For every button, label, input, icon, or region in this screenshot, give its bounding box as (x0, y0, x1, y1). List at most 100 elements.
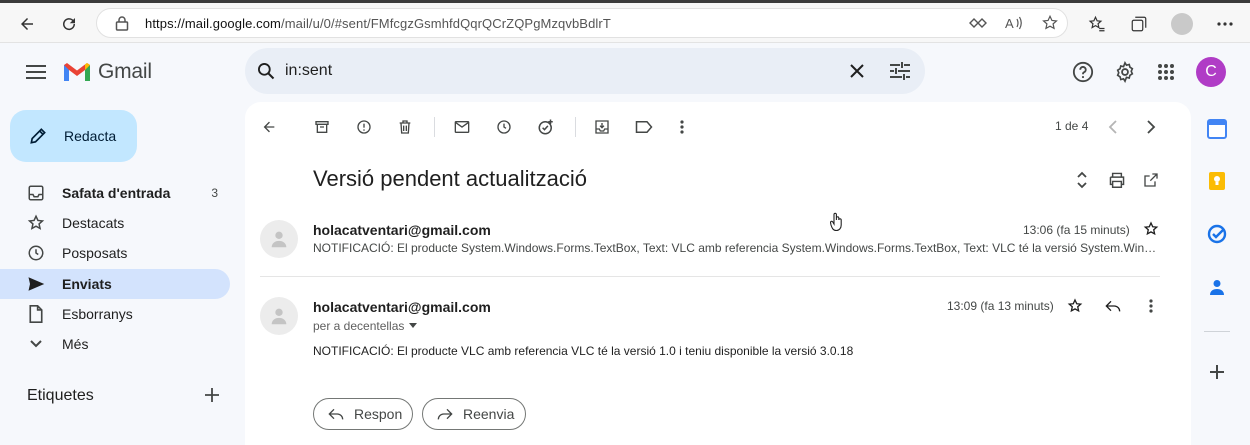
search-input[interactable] (285, 60, 825, 82)
toolbar-divider (434, 117, 435, 137)
add-favorite-icon[interactable] (1037, 10, 1063, 36)
nav-item-drafts[interactable]: Esborranys (0, 299, 230, 329)
search-options-icon[interactable] (885, 56, 915, 86)
gmail-m-icon (64, 63, 90, 81)
delete-trash-icon[interactable] (392, 114, 418, 140)
clock-icon (26, 243, 46, 263)
nav-label-snoozed: Posposats (62, 245, 128, 261)
svg-text:A: A (1005, 16, 1014, 31)
calendar-icon[interactable] (1205, 117, 1229, 141)
chevron-down-icon (26, 334, 46, 354)
back-arrow-icon[interactable] (14, 11, 40, 37)
nav-item-snoozed[interactable]: Posposats (0, 238, 230, 268)
person-icon (271, 308, 287, 325)
get-addons-plus-icon[interactable] (1205, 360, 1229, 384)
keep-notes-icon[interactable] (1205, 169, 1229, 193)
pencil-icon (30, 128, 46, 144)
gmail-logo[interactable]: Gmail (62, 58, 152, 86)
nav-item-more[interactable]: Més (0, 329, 230, 359)
reading-view-icon[interactable] (965, 10, 991, 36)
send-icon (26, 274, 46, 294)
add-label-icon[interactable] (200, 383, 224, 407)
sender-avatar (260, 220, 298, 258)
reply-label: Respon (354, 406, 403, 422)
star-icon (26, 213, 46, 233)
message-sender[interactable]: holacatventari@gmail.com (313, 299, 491, 315)
move-to-icon[interactable] (589, 114, 615, 140)
help-icon[interactable] (1068, 57, 1098, 87)
reply-button[interactable]: Respon (313, 398, 413, 430)
toolbar-divider (575, 117, 576, 137)
nav-label-more: Més (62, 336, 89, 352)
email-subject: Versió pendent actualització (313, 166, 587, 191)
label-tag-icon[interactable] (631, 114, 657, 140)
mouse-cursor-icon (829, 212, 844, 232)
address-bar[interactable]: https://mail.google.com/mail/u/0/#sent/F… (96, 8, 1068, 38)
contacts-icon[interactable] (1205, 275, 1229, 299)
nav-item-starred[interactable]: Destacats (0, 208, 230, 238)
message-body: NOTIFICACIÓ: El producte VLC amb referen… (313, 344, 854, 358)
compose-button[interactable]: Redacta (10, 110, 137, 162)
star-message-icon[interactable] (1138, 216, 1164, 242)
message-time: 13:06 (fa 15 minuts) (1023, 223, 1130, 237)
expand-all-icon[interactable] (1069, 167, 1095, 193)
message-snippet[interactable]: NOTIFICACIÓ: El producte System.Windows.… (313, 241, 1157, 255)
read-aloud-icon[interactable]: A (1001, 10, 1027, 36)
archive-icon[interactable] (309, 114, 335, 140)
collections-icon[interactable] (1126, 11, 1152, 37)
reply-arrow-icon[interactable] (1100, 293, 1126, 319)
nav-label-starred: Destacats (62, 215, 125, 231)
url-text: https://mail.google.com/mail/u/0/#sent/F… (145, 16, 611, 31)
browser-profile-avatar[interactable] (1171, 13, 1193, 35)
nav-label-inbox: Safata d'entrada (62, 185, 171, 201)
inbox-unread-count: 3 (211, 186, 218, 200)
print-icon[interactable] (1104, 167, 1130, 193)
search-bar[interactable] (245, 48, 925, 94)
more-options-icon[interactable] (1212, 11, 1238, 37)
refresh-icon[interactable] (56, 11, 82, 37)
reply-icon (328, 408, 344, 420)
sender-avatar (260, 297, 298, 335)
message-divider (260, 276, 1160, 277)
open-new-window-icon[interactable] (1138, 167, 1164, 193)
caret-down-icon (409, 323, 418, 328)
forward-label: Reenvia (463, 406, 515, 422)
thread-view: 1 de 4 Versió pendent actualització hola… (245, 102, 1191, 445)
older-chevron-right-icon[interactable] (1138, 114, 1164, 140)
side-panel (1196, 102, 1240, 445)
back-to-list-icon[interactable] (256, 114, 282, 140)
account-avatar[interactable]: C (1196, 57, 1226, 87)
labels-heading: Etiquetes (27, 387, 94, 404)
compose-label: Redacta (64, 128, 117, 144)
forward-icon (437, 408, 453, 420)
nav-label-sent: Enviats (62, 276, 112, 292)
apps-grid-icon[interactable] (1151, 57, 1181, 87)
recipient-details-toggle[interactable]: per a decentellas (313, 319, 418, 333)
pagination-counter: 1 de 4 (1055, 119, 1089, 133)
message-sender[interactable]: holacatventari@gmail.com (313, 222, 491, 238)
nav-item-sent[interactable]: Enviats (0, 269, 230, 299)
search-icon[interactable] (251, 56, 281, 86)
inbox-icon (26, 183, 46, 203)
report-spam-icon[interactable] (351, 114, 377, 140)
message-more-vertical-icon[interactable] (1138, 293, 1164, 319)
main-menu-icon[interactable] (22, 58, 50, 86)
recipient-line: per a decentellas (313, 319, 405, 333)
add-task-icon[interactable] (533, 114, 559, 140)
forward-button[interactable]: Reenvia (422, 398, 526, 430)
lock-icon[interactable] (109, 10, 135, 36)
snooze-clock-icon[interactable] (491, 114, 517, 140)
settings-gear-icon[interactable] (1110, 57, 1140, 87)
nav-item-inbox[interactable]: Safata d'entrada 3 (0, 178, 230, 208)
browser-toolbar: https://mail.google.com/mail/u/0/#sent/F… (0, 0, 1250, 43)
mark-unread-mail-icon[interactable] (449, 114, 475, 140)
star-message-icon[interactable] (1062, 293, 1088, 319)
gmail-wordmark: Gmail (98, 60, 152, 83)
newer-chevron-left-icon[interactable] (1100, 114, 1126, 140)
favorites-icon[interactable] (1084, 11, 1110, 37)
side-panel-divider (1204, 331, 1230, 332)
clear-search-icon[interactable] (842, 56, 872, 86)
more-vertical-icon[interactable] (669, 114, 695, 140)
tasks-icon[interactable] (1205, 222, 1229, 246)
message-time: 13:09 (fa 13 minuts) (947, 299, 1054, 313)
